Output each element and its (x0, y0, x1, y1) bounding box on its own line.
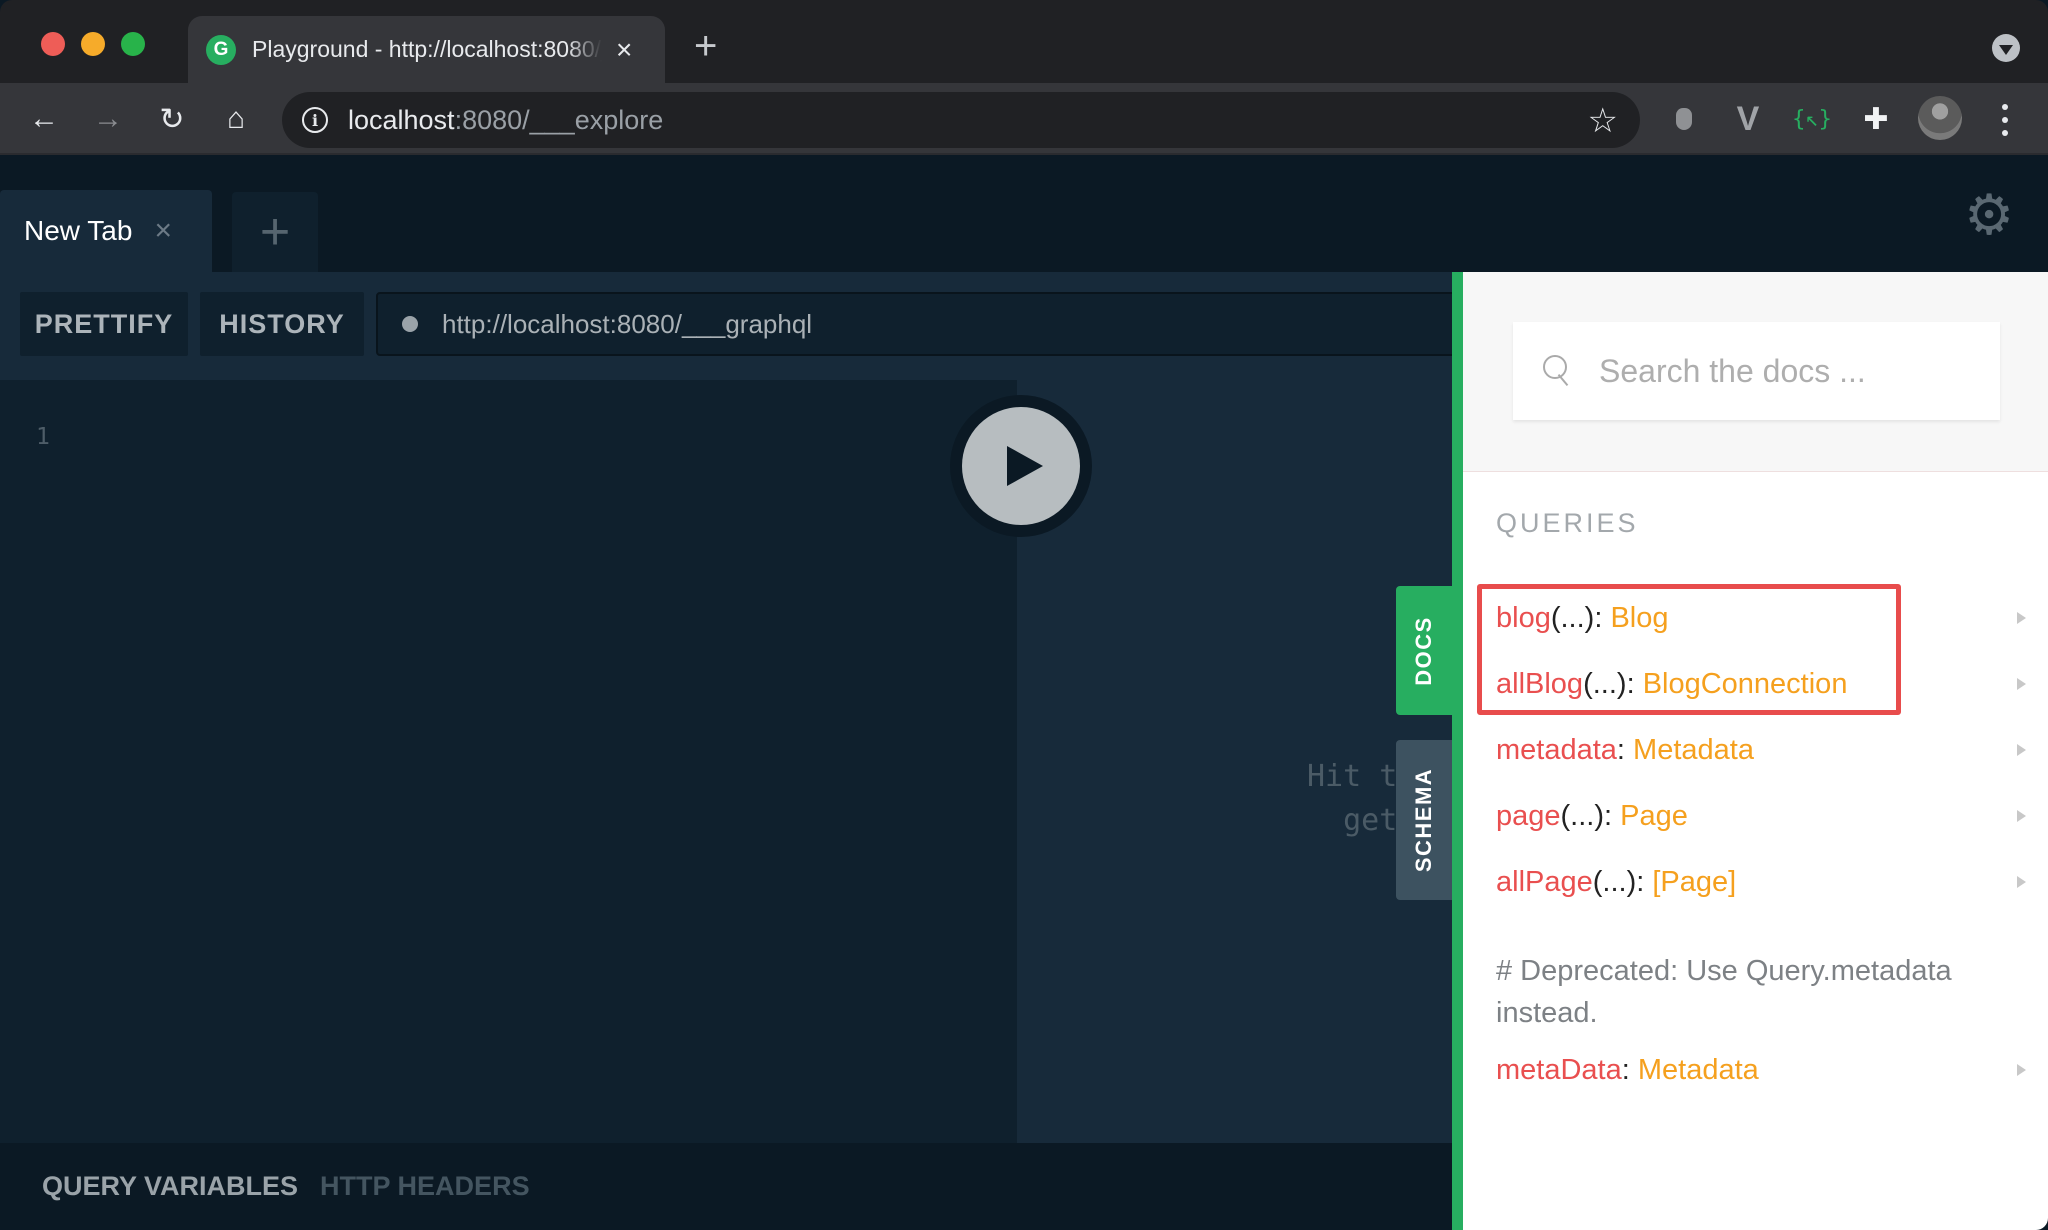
query-editor[interactable]: 1 (0, 380, 1017, 1143)
reload-icon[interactable]: ↻ (150, 97, 194, 141)
search-icon (1543, 355, 1571, 387)
browser-toolbar: ← → ↻ ⌂ i localhost :8080/___explore ☆ V… (0, 83, 2048, 155)
docs-panel-resize-handle[interactable] (1452, 272, 1463, 1230)
vue-devtools-icon[interactable]: V (1728, 99, 1768, 139)
field-name: metadata (1496, 733, 1617, 766)
graphql-extension-icon[interactable]: {↖} (1792, 99, 1832, 139)
url-path: :8080/___explore (454, 104, 664, 135)
gear-icon[interactable]: ⚙ (1964, 187, 2014, 243)
minimize-window-button[interactable] (81, 32, 105, 56)
field-metaData-deprecated[interactable]: metaData: Metadata (1496, 1042, 2026, 1098)
schema-tab-label: SCHEMA (1411, 767, 1436, 873)
field-type: Metadata (1637, 1053, 1759, 1086)
field-name: metaData (1496, 1053, 1622, 1086)
expand-arrow-icon (2017, 744, 2026, 756)
field-type: Metadata (1633, 733, 1754, 766)
browser-tab-strip: G Playground - http://localhost:8080/___… (0, 0, 2048, 83)
field-name: page (1496, 799, 1561, 832)
queries-section-title: QUERIES (1496, 508, 1639, 538)
expand-arrow-icon (2017, 810, 2026, 822)
docs-search-input[interactable] (1599, 352, 1979, 390)
line-number: 1 (36, 424, 50, 450)
history-button[interactable]: HISTORY (200, 292, 364, 356)
expand-arrow-icon (2017, 612, 2026, 624)
endpoint-input[interactable]: http://localhost:8080/___graphql (376, 292, 1476, 356)
playground-tab[interactable]: New Tab × (0, 190, 212, 272)
field-args: (...) (1550, 601, 1595, 634)
field-name: allPage (1496, 865, 1593, 898)
docs-panel: QUERIES blog(...): Blog allBlog(...): Bl… (1463, 272, 2048, 1230)
home-icon[interactable]: ⌂ (214, 97, 258, 141)
prettify-button[interactable]: PRETTIFY (20, 292, 188, 356)
new-tab-button[interactable]: + (694, 24, 717, 69)
schema-tab[interactable]: SCHEMA (1396, 740, 1452, 900)
field-args: (...) (1583, 667, 1627, 700)
field-name: blog (1496, 601, 1551, 634)
bottom-panel-bar: QUERY VARIABLES HTTP HEADERS (0, 1143, 1452, 1230)
status-dot-icon (402, 316, 418, 332)
bug-extension-icon[interactable] (1664, 99, 1704, 139)
query-variables-tab[interactable]: QUERY VARIABLES (42, 1171, 298, 1202)
field-name: allBlog (1496, 667, 1584, 700)
add-tab-button[interactable]: + (232, 192, 318, 272)
docs-tab[interactable]: DOCS (1396, 586, 1452, 715)
extensions-puzzle-icon[interactable]: ✚ (1856, 99, 1896, 139)
field-allPage[interactable]: allPage (...): [Page] (1496, 854, 2026, 910)
profile-avatar[interactable] (1918, 96, 1962, 140)
tab-search-icon[interactable] (1992, 34, 2020, 62)
field-type: Page (1620, 799, 1688, 832)
playground-tab-label: New Tab (24, 215, 133, 246)
playground-header: New Tab × + ⚙ (0, 155, 2048, 272)
expand-arrow-icon (2017, 1064, 2026, 1076)
play-icon (1007, 446, 1043, 486)
back-icon[interactable]: ← (22, 97, 66, 141)
close-icon[interactable]: × (154, 214, 172, 248)
field-type: Blog (1610, 601, 1669, 634)
field-blog[interactable]: blog (...): Blog (1496, 590, 2026, 646)
browser-tab[interactable]: G Playground - http://localhost:8080/___… (188, 16, 665, 83)
field-args: (...) (1592, 865, 1637, 898)
expand-arrow-icon (2017, 678, 2026, 690)
execute-query-button[interactable] (950, 395, 1092, 537)
playground-favicon-icon: G (206, 34, 236, 65)
browser-tab-title: Playground - http://localhost:8080/___gr… (252, 36, 602, 62)
result-hint: Hit t get (1307, 759, 1398, 838)
http-headers-tab[interactable]: HTTP HEADERS (320, 1171, 530, 1202)
playground-toolbar: PRETTIFY HISTORY http://localhost:8080/_… (0, 272, 1476, 380)
bookmark-star-icon[interactable]: ☆ (1588, 101, 1618, 141)
field-type: BlogConnection (1642, 667, 1848, 700)
close-tab-icon[interactable]: × (616, 34, 632, 66)
docs-tab-label: DOCS (1411, 615, 1436, 686)
field-metadata[interactable]: metadata: Metadata (1496, 722, 2026, 778)
maximize-window-button[interactable] (121, 32, 145, 56)
forward-icon[interactable]: → (86, 97, 130, 141)
field-type: [Page] (1652, 865, 1737, 898)
browser-menu-icon[interactable] (1990, 100, 2020, 140)
field-allBlog[interactable]: allBlog (...): BlogConnection (1496, 656, 2026, 712)
field-args: (...) (1560, 799, 1605, 832)
field-page[interactable]: page (...): Page (1496, 788, 2026, 844)
docs-search-box[interactable] (1513, 322, 2000, 420)
site-info-icon[interactable]: i (302, 107, 328, 133)
url-host: localhost (348, 104, 455, 135)
deprecation-note: # Deprecated: Use Query.metadata instead… (1496, 955, 1952, 1029)
endpoint-url: http://localhost:8080/___graphql (442, 308, 813, 339)
close-window-button[interactable] (41, 32, 65, 56)
address-bar[interactable]: i localhost :8080/___explore ☆ (282, 92, 1640, 148)
expand-arrow-icon (2017, 876, 2026, 888)
